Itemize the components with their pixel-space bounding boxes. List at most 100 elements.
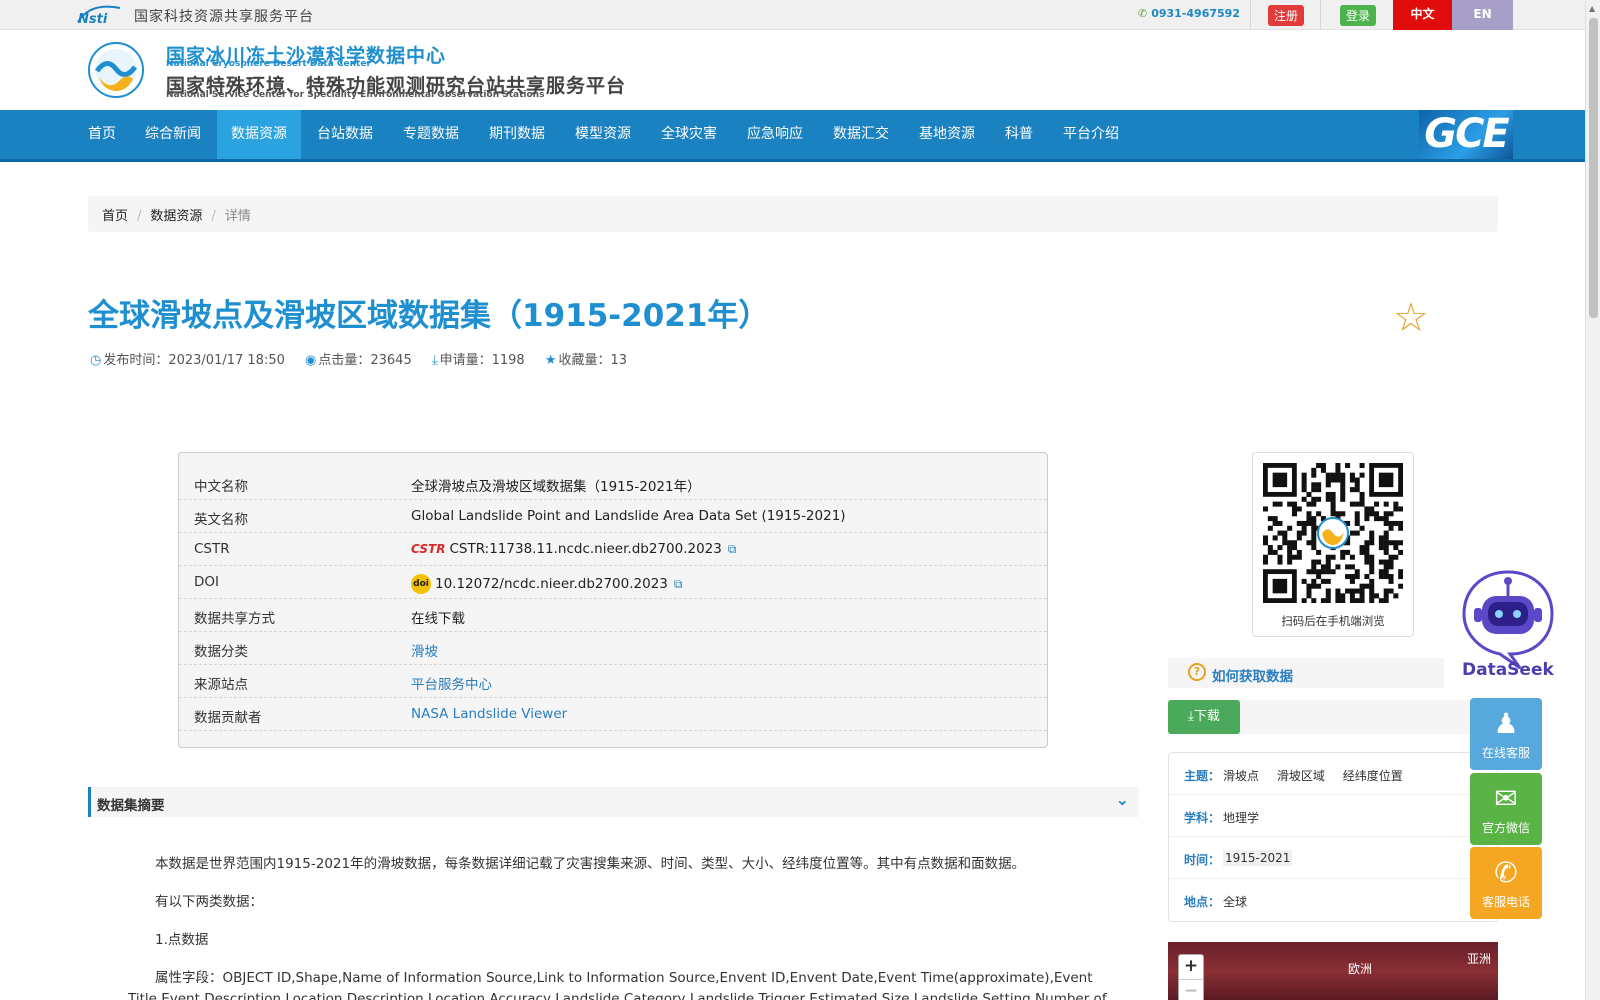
scroll-up-arrow-icon[interactable]: ▲ bbox=[1589, 4, 1595, 13]
breadcrumb-home[interactable]: 首页 bbox=[102, 209, 128, 224]
phone-service-button[interactable]: ✆ 客服电话 bbox=[1470, 847, 1542, 919]
main-nav: 首页 综合新闻 数据资源 台站数据 专题数据 期刊数据 模型资源 全球灾害 应急… bbox=[0, 110, 1585, 162]
divider bbox=[1320, 0, 1321, 30]
nsti-logo[interactable]: Nsti bbox=[76, 4, 128, 26]
language-chinese-button[interactable]: 中文 bbox=[1393, 0, 1452, 30]
external-link-icon[interactable]: ⧉ bbox=[728, 542, 737, 556]
download-button[interactable]: ⤓下载 bbox=[1168, 700, 1240, 734]
publish-time: ◷ 发布时间：2023/01/17 18:50 bbox=[90, 353, 285, 368]
info-value: 在线下载 bbox=[411, 611, 465, 627]
summary-section-header[interactable]: 数据集摘要 ⌄ bbox=[88, 787, 1139, 817]
contributor-link[interactable]: NASA Landslide Viewer bbox=[411, 706, 567, 722]
qq-icon: ♟ bbox=[1493, 707, 1519, 740]
nav-science-popularization[interactable]: 科普 bbox=[991, 110, 1047, 159]
nav-model-resources[interactable]: 模型资源 bbox=[561, 110, 645, 159]
nav-emergency-response[interactable]: 应急响应 bbox=[733, 110, 817, 159]
center-title-en: National Cryosphere Desert Data Center bbox=[166, 59, 371, 69]
tag-row-time: 时间： 1915-2021 bbox=[1169, 837, 1497, 879]
download-icon: ⤓ bbox=[431, 353, 438, 368]
info-key: 英文名称 bbox=[194, 512, 248, 528]
info-row-contributor: 数据贡献者 NASA Landslide Viewer bbox=[179, 698, 1047, 731]
zoom-in-button[interactable]: + bbox=[1179, 955, 1203, 979]
doi-value[interactable]: 10.12072/ncdc.nieer.db2700.2023 bbox=[435, 576, 668, 592]
tag-value[interactable]: 地理学 bbox=[1223, 811, 1259, 825]
application-count-text: 申请量：1198 bbox=[439, 353, 525, 368]
tag-value[interactable]: 全球 bbox=[1223, 895, 1247, 909]
info-row-cn-name: 中文名称 全球滑坡点及滑坡区域数据集（1915-2021年） bbox=[179, 467, 1047, 500]
phone-number: ✆ 0931-4967592 bbox=[1138, 7, 1240, 20]
login-button[interactable]: 登录 bbox=[1340, 5, 1377, 26]
info-key: CSTR bbox=[194, 541, 230, 557]
nav-data-resources[interactable]: 数据资源 bbox=[217, 110, 301, 159]
nav-journal-data[interactable]: 期刊数据 bbox=[475, 110, 559, 159]
tag-key: 地点： bbox=[1184, 895, 1221, 909]
source-station-link[interactable]: 平台服务中心 bbox=[411, 673, 492, 693]
category-link[interactable]: 滑坡 bbox=[411, 640, 438, 660]
nav-station-data[interactable]: 台站数据 bbox=[303, 110, 387, 159]
info-key: 数据贡献者 bbox=[194, 710, 262, 726]
info-row-source-station: 来源站点 平台服务中心 bbox=[179, 665, 1047, 698]
divider bbox=[1250, 0, 1251, 30]
phone-text: 0931-4967592 bbox=[1151, 7, 1240, 20]
language-english-button[interactable]: EN bbox=[1452, 0, 1513, 30]
tag-value[interactable]: 滑坡区域 bbox=[1277, 769, 1325, 783]
info-row-doi: DOI doi 10.12072/ncdc.nieer.db2700.2023 ⧉ bbox=[179, 566, 1047, 599]
breadcrumb-separator: / bbox=[137, 209, 142, 224]
nav-platform-intro[interactable]: 平台介绍 bbox=[1049, 110, 1133, 159]
nav-data-submission[interactable]: 数据汇交 bbox=[819, 110, 903, 159]
tag-values: 全球 bbox=[1223, 893, 1261, 910]
info-row-en-name: 英文名称 Global Landslide Point and Landslid… bbox=[179, 500, 1047, 533]
tag-values: 滑坡点 滑坡区域 经纬度位置 bbox=[1223, 767, 1417, 784]
tag-value: 1915-2021 bbox=[1223, 850, 1293, 866]
scrollbar-thumb[interactable] bbox=[1589, 18, 1598, 318]
top-bar: Nsti 国家科技资源共享服务平台 ✆ 0931-4967592 注册 登录 中文… bbox=[0, 0, 1585, 30]
page: Nsti 国家科技资源共享服务平台 ✆ 0931-4967592 注册 登录 中文… bbox=[0, 0, 1600, 1000]
info-value: Global Landslide Point and Landslide Are… bbox=[411, 508, 846, 524]
star-icon: ★ bbox=[544, 353, 557, 368]
dataset-title: 全球滑坡点及滑坡区域数据集（1915-2021年） bbox=[88, 298, 770, 334]
summary-paragraph: 本数据是世界范围内1915-2021年的滑坡数据，每条数据详细记载了灾害搜集来源… bbox=[155, 856, 1026, 872]
location-map[interactable]: + − 欧洲 亚洲 bbox=[1168, 942, 1498, 1000]
nav-base-resources[interactable]: 基地资源 bbox=[905, 110, 989, 159]
zoom-out-button[interactable]: − bbox=[1179, 979, 1203, 1000]
online-service-button[interactable]: ♟ 在线客服 bbox=[1470, 698, 1542, 770]
wechat-icon: ✉ bbox=[1494, 782, 1518, 815]
eye-icon: ◉ bbox=[305, 353, 317, 368]
external-link-icon[interactable]: ⧉ bbox=[674, 577, 683, 591]
dataset-tags: 主题： 滑坡点 滑坡区域 经纬度位置 学科： 地理学 时间： 1915-2021… bbox=[1168, 752, 1498, 922]
qr-code-box: 扫码后在手机端浏览 bbox=[1252, 452, 1414, 637]
breadcrumb: 首页 / 数据资源 / 详情 bbox=[88, 196, 1498, 232]
tag-value[interactable]: 滑坡点 bbox=[1223, 769, 1259, 783]
clock-icon: ◷ bbox=[90, 353, 102, 368]
phone-icon: ✆ bbox=[1138, 7, 1148, 20]
data-center-logo[interactable] bbox=[87, 41, 145, 99]
dataset-meta: ◷ 发布时间：2023/01/17 18:50 ◉ 点击量：23645 ⤓ 申请量：1… bbox=[90, 349, 643, 368]
cstr-value[interactable]: CSTR:11738.11.ncdc.nieer.db2700.2023 bbox=[449, 541, 721, 557]
question-icon: ? bbox=[1188, 663, 1206, 681]
how-to-get-data[interactable]: ? 如何获取数据 bbox=[1168, 658, 1444, 688]
gce-logo[interactable]: GCE bbox=[1419, 110, 1513, 159]
page-scrollbar[interactable]: ▲ bbox=[1585, 0, 1600, 1000]
register-button[interactable]: 注册 bbox=[1268, 5, 1305, 26]
favorite-count: ★ 收藏量：13 bbox=[545, 353, 627, 368]
favorite-star-icon[interactable]: ☆ bbox=[1393, 298, 1429, 338]
nav-thematic-data[interactable]: 专题数据 bbox=[389, 110, 473, 159]
nav-global-disasters[interactable]: 全球灾害 bbox=[647, 110, 731, 159]
info-value: 全球滑坡点及滑坡区域数据集（1915-2021年） bbox=[411, 479, 701, 495]
application-count: ⤓ 申请量：1198 bbox=[432, 353, 525, 368]
publish-time-text: 发布时间：2023/01/17 18:50 bbox=[103, 353, 285, 368]
tag-value[interactable]: 经纬度位置 bbox=[1343, 769, 1403, 783]
chevron-down-icon[interactable]: ⌄ bbox=[1116, 790, 1129, 809]
how-to-get-data-label: 如何获取数据 bbox=[1212, 669, 1293, 685]
map-zoom-control: + − bbox=[1178, 954, 1204, 1000]
summary-paragraph: 属性字段：OBJECT ID,Shape,Name of Information… bbox=[155, 970, 1093, 986]
dataseek-label[interactable]: DataSeek bbox=[1462, 660, 1554, 680]
wechat-button[interactable]: ✉ 官方微信 bbox=[1470, 773, 1542, 845]
info-value: CSTR CSTR:11738.11.ncdc.nieer.db2700.2023… bbox=[411, 541, 736, 557]
nav-news[interactable]: 综合新闻 bbox=[131, 110, 215, 159]
site-header: 国家冰川冻土沙漠科学数据中心 National Cryosphere Deser… bbox=[0, 30, 1585, 108]
nav-home[interactable]: 首页 bbox=[74, 110, 130, 159]
breadcrumb-data-resources[interactable]: 数据资源 bbox=[150, 209, 202, 224]
tag-key: 时间： bbox=[1184, 853, 1221, 867]
platform-name[interactable]: 国家科技资源共享服务平台 bbox=[134, 6, 314, 26]
